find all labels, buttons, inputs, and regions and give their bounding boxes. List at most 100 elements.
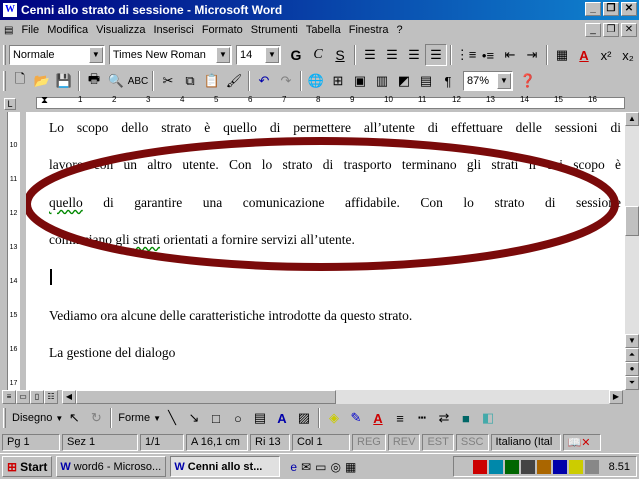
tray-app-icon[interactable] xyxy=(568,459,583,474)
italic-button[interactable]: C xyxy=(307,44,329,66)
draw-menu[interactable]: Disegno xyxy=(9,412,55,424)
language-indicator[interactable]: Italiano (Ital xyxy=(490,433,561,451)
arrow-icon[interactable]: ↘ xyxy=(183,407,205,429)
wordart-icon[interactable]: A xyxy=(271,407,293,429)
menu-visualizza[interactable]: Visualizza xyxy=(92,24,149,36)
tray-globe-icon[interactable] xyxy=(504,459,519,474)
scroll-thumb[interactable] xyxy=(625,206,639,236)
tab-selector-icon[interactable]: L xyxy=(4,98,16,110)
clipart-icon[interactable]: ▨ xyxy=(293,407,315,429)
page-view-icon[interactable]: ▯ xyxy=(30,390,44,404)
web-view-icon[interactable]: ▭ xyxy=(16,390,30,404)
align-center-icon[interactable]: ☰ xyxy=(381,44,403,66)
free-rotate-icon[interactable]: ↻ xyxy=(85,407,107,429)
tray-app-icon[interactable] xyxy=(520,459,535,474)
bold-button[interactable]: G xyxy=(285,44,307,66)
increase-indent-icon[interactable]: ⇥ xyxy=(521,44,543,66)
print-icon[interactable]: 🖶 xyxy=(83,70,105,92)
hscroll-track[interactable]: ◀ ▶ xyxy=(62,390,623,404)
cut-icon[interactable]: ✂ xyxy=(157,70,179,92)
insert-table-icon[interactable]: ⊞ xyxy=(327,70,349,92)
rectangle-icon[interactable]: □ xyxy=(205,407,227,429)
shadow-icon[interactable]: ■ xyxy=(455,407,477,429)
textbox-icon[interactable]: ▤ xyxy=(249,407,271,429)
scroll-left-icon[interactable]: ◀ xyxy=(62,390,76,404)
numbering-icon[interactable]: ⋮≡ xyxy=(455,44,477,66)
outline-view-icon[interactable]: ☷ xyxy=(44,390,58,404)
select-objects-icon[interactable]: ↖ xyxy=(63,407,85,429)
size-combo[interactable]: 14 ▼ xyxy=(236,45,281,65)
justify-icon[interactable]: ☰ xyxy=(425,44,447,66)
horizontal-ruler[interactable]: L ⧗ 1 2 3 4 5 6 7 8 9 10 11 12 13 14 15 16 xyxy=(0,94,639,112)
tray-app-icon[interactable] xyxy=(472,459,487,474)
volume-icon[interactable] xyxy=(584,459,599,474)
word-app-icon[interactable]: W xyxy=(3,3,17,17)
redo-icon[interactable]: ↷ xyxy=(275,70,297,92)
toolbar-grip[interactable] xyxy=(3,408,6,428)
chevron-down-icon[interactable]: ▼ xyxy=(265,47,279,63)
oval-icon[interactable]: ○ xyxy=(227,407,249,429)
font-color-icon[interactable]: A xyxy=(367,407,389,429)
open-folder-icon[interactable]: 📂 xyxy=(31,70,53,92)
menu-tabella[interactable]: Tabella xyxy=(302,24,345,36)
line-style-icon[interactable]: ≡ xyxy=(389,407,411,429)
browse-object-icon[interactable]: ● xyxy=(625,362,639,376)
prev-page-icon[interactable]: ⏶ xyxy=(625,348,639,362)
minimize-button[interactable]: _ xyxy=(585,2,601,16)
close-button[interactable]: ✕ xyxy=(621,2,637,16)
chevron-down-icon[interactable]: ▼ xyxy=(497,73,511,89)
3d-icon[interactable]: ◧ xyxy=(477,407,499,429)
dash-style-icon[interactable]: ┅ xyxy=(411,407,433,429)
menu-formato[interactable]: Formato xyxy=(198,24,247,36)
rev-indicator[interactable]: REV xyxy=(387,433,421,451)
hscroll-thumb[interactable] xyxy=(76,390,336,404)
rec-indicator[interactable]: REG xyxy=(352,433,386,451)
align-left-icon[interactable]: ☰ xyxy=(359,44,381,66)
taskbar-item-cenni[interactable]: W Cenni allo st... xyxy=(170,456,281,477)
style-combo[interactable]: Normale ▼ xyxy=(8,45,105,65)
doc-map-icon[interactable]: ▤ xyxy=(415,70,437,92)
clock[interactable]: 8.51 xyxy=(609,461,630,473)
line-color-icon[interactable]: ✎ xyxy=(345,407,367,429)
toolbar-grip[interactable] xyxy=(3,45,6,65)
title-bar[interactable]: W Cenni allo strato di sessione - Micros… xyxy=(0,0,639,20)
subscript-icon[interactable]: x₂ xyxy=(617,44,639,66)
start-button[interactable]: ⊞ Start xyxy=(2,456,53,477)
next-page-icon[interactable]: ⏷ xyxy=(625,376,639,390)
format-painter-icon[interactable]: 🖌 xyxy=(223,70,245,92)
scroll-right-icon[interactable]: ▶ xyxy=(609,390,623,404)
doc-close-button[interactable]: ✕ xyxy=(621,23,637,37)
menu-strumenti[interactable]: Strumenti xyxy=(247,24,302,36)
doc-minimize-button[interactable]: _ xyxy=(585,23,601,37)
scroll-up-icon[interactable]: ▲ xyxy=(625,112,639,126)
tray-app-icon[interactable] xyxy=(488,459,503,474)
doc-restore-button[interactable]: ❐ xyxy=(603,23,619,37)
undo-icon[interactable]: ↶ xyxy=(253,70,275,92)
borders-icon[interactable]: ▦ xyxy=(551,44,573,66)
document-area[interactable]: Lo scopo dello strato è quello di permet… xyxy=(26,112,625,390)
menu-modifica[interactable]: Modifica xyxy=(43,24,92,36)
fill-color-icon[interactable]: ◈ xyxy=(323,407,345,429)
chevron-down-icon[interactable]: ▼ xyxy=(55,414,63,423)
underline-button[interactable]: S xyxy=(329,44,351,66)
drawing-icon[interactable]: ◩ xyxy=(393,70,415,92)
indent-marker-icon[interactable]: ⧗ xyxy=(41,95,48,106)
tray-app-icon[interactable] xyxy=(552,459,567,474)
columns-icon[interactable]: ▥ xyxy=(371,70,393,92)
toolbar-grip[interactable] xyxy=(3,71,6,91)
ie-icon[interactable]: e xyxy=(290,460,297,474)
line-icon[interactable]: ╲ xyxy=(161,407,183,429)
font-combo[interactable]: Times New Roman ▼ xyxy=(108,45,232,65)
menu-file[interactable]: File xyxy=(17,24,43,36)
office-assistant-icon[interactable]: ❓ xyxy=(517,70,539,92)
ext-indicator[interactable]: EST xyxy=(422,433,454,451)
zoom-combo[interactable]: 87% ▼ xyxy=(463,71,513,91)
ovr-indicator[interactable]: SSC xyxy=(455,433,489,451)
web-toolbar-icon[interactable]: 🌐 xyxy=(305,70,327,92)
desktop-icon[interactable]: ▭ xyxy=(315,460,326,474)
channels-icon[interactable]: ◎ xyxy=(331,460,341,474)
arrow-style-icon[interactable]: ⇄ xyxy=(433,407,455,429)
align-right-icon[interactable]: ☰ xyxy=(403,44,425,66)
spelling-icon[interactable]: ABC xyxy=(127,70,149,92)
copy-icon[interactable]: ⧉ xyxy=(179,70,201,92)
